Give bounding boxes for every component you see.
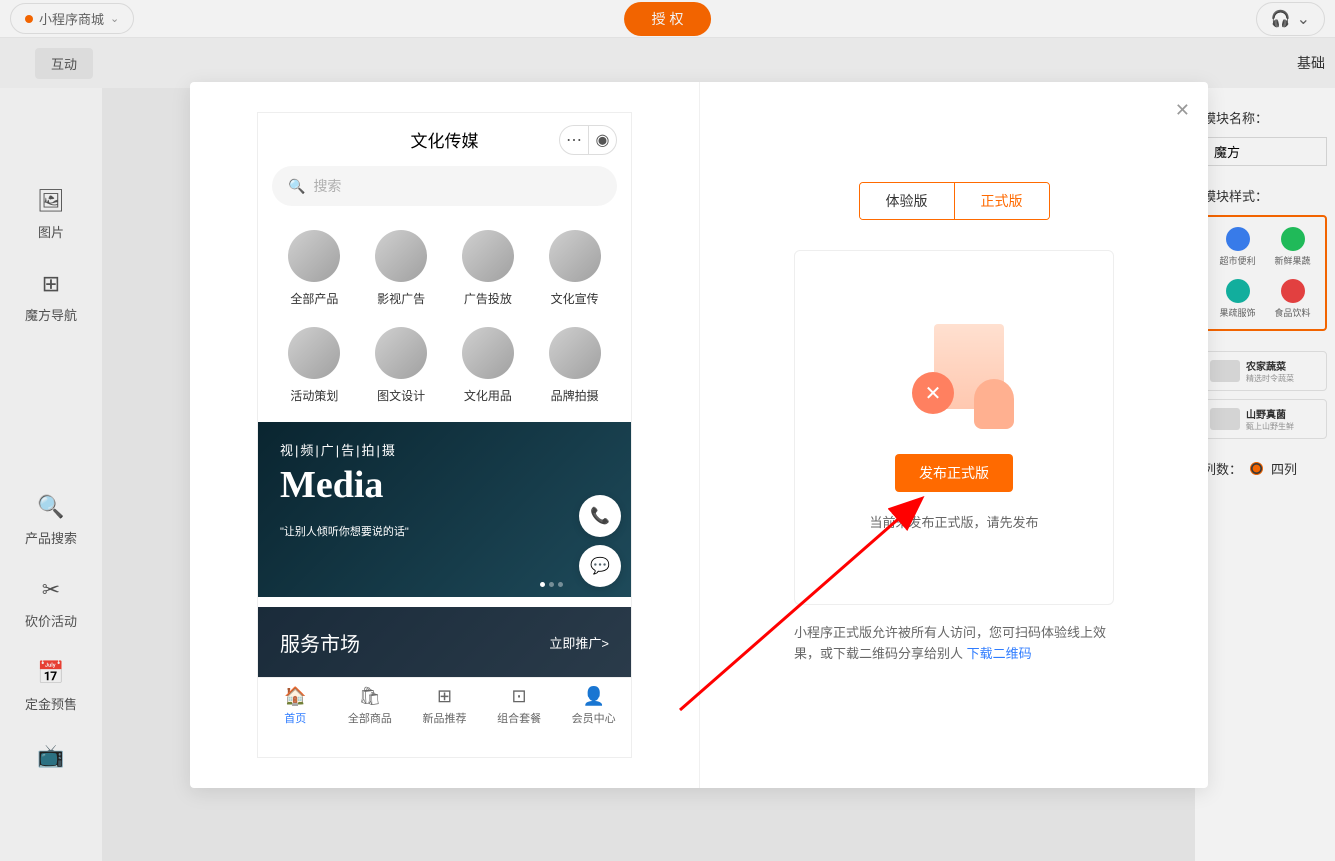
search-placeholder: 搜索 bbox=[313, 176, 341, 196]
category-item[interactable]: 图文设计 bbox=[363, 327, 440, 404]
category-icon bbox=[462, 327, 514, 379]
tab-icon: 🏠 bbox=[284, 686, 306, 707]
category-item[interactable]: 活动策划 bbox=[276, 327, 353, 404]
phone-header: 文化传媒 ⋯ ◉ bbox=[258, 113, 631, 166]
error-icon: ✕ bbox=[912, 372, 954, 414]
market-title: 服务市场 bbox=[280, 628, 360, 657]
capsule-menu[interactable]: ⋯ ◉ bbox=[559, 125, 617, 155]
close-button[interactable]: ✕ bbox=[1175, 100, 1190, 121]
category-label: 品牌拍摄 bbox=[551, 387, 599, 404]
publish-hint: 当前未发布正式版，请先发布 bbox=[869, 512, 1038, 531]
tab-label: 首页 bbox=[284, 710, 306, 726]
category-label: 全部产品 bbox=[290, 290, 338, 307]
tab-icon: ⊡ bbox=[512, 686, 527, 707]
publish-description: 小程序正式版允许被所有人访问，您可扫码体验线上效果，或下载二维码分享给别人 下载… bbox=[794, 623, 1114, 665]
tabbar-item[interactable]: ⊡ 组合套餐 bbox=[482, 678, 557, 736]
category-icon bbox=[549, 327, 601, 379]
tabbar-item[interactable]: ⊞ 新品推荐 bbox=[407, 678, 482, 736]
banner-title: Media bbox=[280, 463, 609, 507]
download-qr-link[interactable]: 下载二维码 bbox=[967, 646, 1032, 661]
category-item[interactable]: 文化用品 bbox=[450, 327, 527, 404]
dot bbox=[540, 582, 545, 587]
phone-icon: 📞 bbox=[590, 506, 610, 526]
phone-frame: 文化传媒 ⋯ ◉ 🔍 搜索 全部产品 影视广告 广告投放 文化宣传活动策划 图文设计 文化… bbox=[257, 112, 632, 758]
category-icon bbox=[462, 230, 514, 282]
empty-illustration: ✕ bbox=[894, 324, 1014, 434]
tab-production[interactable]: 正式版 bbox=[954, 183, 1049, 219]
category-label: 影视广告 bbox=[377, 290, 425, 307]
banner-quote: "让别人倾听你想要说的话" bbox=[280, 523, 609, 539]
publish-box: ✕ 发布正式版 当前未发布正式版，请先发布 bbox=[794, 250, 1114, 605]
modal-overlay: ✕ 文化传媒 ⋯ ◉ 🔍 搜索 全部产品 影视广告 广告投放 文化宣传活动策划 图文设计… bbox=[0, 0, 1335, 861]
tab-icon: 🛍 bbox=[358, 686, 381, 707]
category-grid: 全部产品 影视广告 广告投放 文化宣传活动策划 图文设计 文化用品 品牌拍摄 bbox=[258, 220, 631, 422]
chat-icon: 💬 bbox=[590, 556, 610, 576]
target-icon[interactable]: ◉ bbox=[588, 126, 616, 154]
category-label: 文化宣传 bbox=[551, 290, 599, 307]
modal-right-panel: 体验版 正式版 ✕ 发布正式版 当前未发布正式版，请先发布 小程序正式版允许被所… bbox=[700, 82, 1208, 788]
banner-subtitle: 视|频|广|告|拍|摄 bbox=[280, 440, 609, 459]
phone-preview-panel: 文化传媒 ⋯ ◉ 🔍 搜索 全部产品 影视广告 广告投放 文化宣传活动策划 图文设计 文化… bbox=[190, 82, 700, 788]
version-tabs: 体验版 正式版 bbox=[859, 182, 1050, 220]
service-market-banner[interactable]: 服务市场 立即推广> bbox=[258, 607, 631, 677]
tab-icon: 👤 bbox=[582, 686, 604, 707]
tab-label: 组合套餐 bbox=[497, 710, 541, 726]
publish-button[interactable]: 发布正式版 bbox=[895, 454, 1013, 492]
category-icon bbox=[288, 327, 340, 379]
dot bbox=[549, 582, 554, 587]
category-label: 文化用品 bbox=[464, 387, 512, 404]
category-item[interactable]: 广告投放 bbox=[450, 230, 527, 307]
category-icon bbox=[288, 230, 340, 282]
category-icon bbox=[549, 230, 601, 282]
chat-float-button[interactable]: 💬 bbox=[579, 545, 621, 587]
category-label: 图文设计 bbox=[377, 387, 425, 404]
tab-label: 会员中心 bbox=[572, 710, 616, 726]
search-icon: 🔍 bbox=[288, 178, 305, 195]
media-banner[interactable]: 视|频|广|告|拍|摄 Media "让别人倾听你想要说的话" 📞 💬 bbox=[258, 422, 631, 597]
category-item[interactable]: 影视广告 bbox=[363, 230, 440, 307]
carousel-dots bbox=[540, 582, 563, 587]
more-icon[interactable]: ⋯ bbox=[560, 126, 588, 154]
tabbar-item[interactable]: 🛍 全部商品 bbox=[333, 678, 408, 736]
modal: ✕ 文化传媒 ⋯ ◉ 🔍 搜索 全部产品 影视广告 广告投放 文化宣传活动策划 图文设计… bbox=[190, 82, 1208, 788]
tabbar-item[interactable]: 👤 会员中心 bbox=[556, 678, 631, 736]
phone-search[interactable]: 🔍 搜索 bbox=[272, 166, 617, 206]
category-item[interactable]: 文化宣传 bbox=[536, 230, 613, 307]
tab-icon: ⊞ bbox=[437, 686, 452, 707]
market-link: 立即推广> bbox=[549, 633, 609, 652]
dot bbox=[558, 582, 563, 587]
tabbar-item[interactable]: 🏠 首页 bbox=[258, 678, 333, 736]
category-icon bbox=[375, 327, 427, 379]
tab-label: 全部商品 bbox=[348, 710, 392, 726]
category-label: 活动策划 bbox=[290, 387, 338, 404]
tab-label: 新品推荐 bbox=[422, 710, 466, 726]
tab-trial[interactable]: 体验版 bbox=[860, 183, 954, 219]
phone-float-button[interactable]: 📞 bbox=[579, 495, 621, 537]
phone-tabbar: 🏠 首页 🛍 全部商品 ⊞ 新品推荐 ⊡ 组合套餐 👤 会员中心 bbox=[258, 677, 631, 736]
category-item[interactable]: 品牌拍摄 bbox=[536, 327, 613, 404]
category-icon bbox=[375, 230, 427, 282]
phone-title: 文化传媒 bbox=[411, 127, 479, 152]
category-item[interactable]: 全部产品 bbox=[276, 230, 353, 307]
category-label: 广告投放 bbox=[464, 290, 512, 307]
